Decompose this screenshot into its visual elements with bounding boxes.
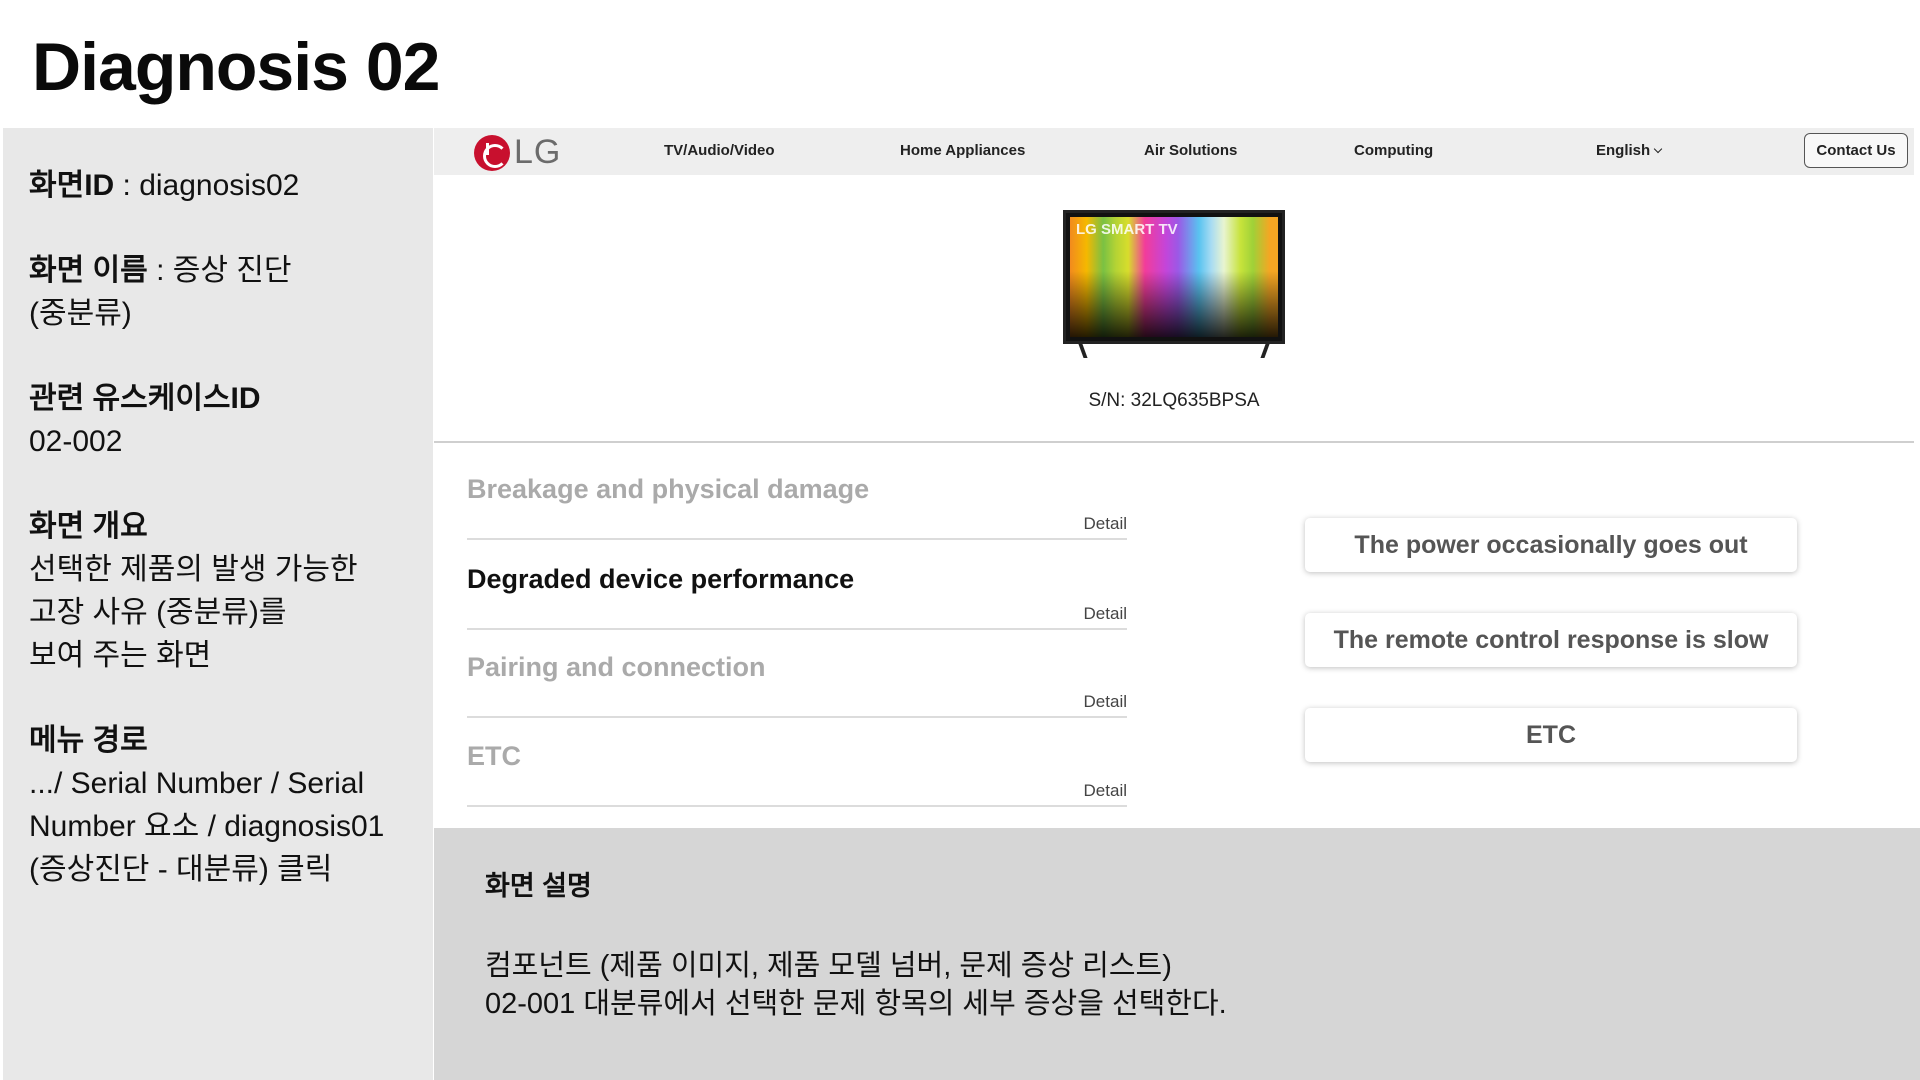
lg-logo-icon [474,134,510,171]
category-item-pairing-connection[interactable]: Pairing and connection Detail [467,652,1127,718]
contact-us-button[interactable]: Contact Us [1804,133,1908,168]
menu-path-line: (증상진단 - 대분류) 클릭 [29,853,333,886]
overview-line: 선택한 제품의 발생 가능한 [29,553,358,586]
symptom-button-remote-slow[interactable]: The remote control response is slow [1305,613,1797,667]
category-title: Pairing and connection [467,652,766,682]
symptom-button-power-goes-out[interactable]: The power occasionally goes out [1305,518,1797,572]
screen-name-label: 화면 이름 [29,254,148,287]
nav-item-tv-audio-video[interactable]: TV/Audio/Video [664,142,775,159]
language-label: English [1596,142,1651,159]
description-line: 02-001 대분류에서 선택한 문제 항목의 세부 증상을 선택한다. [485,988,1227,1020]
screen-description-panel: 화면 설명 컴포넌트 (제품 이미지, 제품 모델 넘버, 문제 증상 리스트)… [434,828,1920,1080]
tv-screen: LG SMART TV [1063,210,1285,344]
menu-path-line: .../ Serial Number / Serial [29,767,365,800]
menu-path-block: 메뉴 경로 .../ Serial Number / Serial Number… [29,719,433,891]
category-item-breakage[interactable]: Breakage and physical damage Detail [467,474,1127,540]
category-title: Breakage and physical damage [467,474,870,504]
screen-name-block: 화면 이름 : 증상 진단 (중분류) [29,249,433,335]
nav-item-home-appliances[interactable]: Home Appliances [900,142,1025,159]
usecase-value: 02-002 [29,425,123,458]
lg-logo[interactable]: LG [474,133,561,172]
screen-name-value: : 증상 진단 [147,254,292,287]
lg-logo-text: LG [514,133,562,171]
nav-item-computing[interactable]: Computing [1354,142,1433,159]
screen-mockup: LG TV/Audio/Video Home Appliances Air So… [434,128,1920,1080]
screen-info-panel: 화면ID : diagnosis02 화면 이름 : 증상 진단 (중분류) 관… [3,128,433,1080]
tv-leg-right [1260,344,1270,358]
category-title: ETC [467,741,521,771]
category-detail-link[interactable]: Detail [1084,604,1127,624]
category-detail-link[interactable]: Detail [1084,781,1127,801]
screen-name-value-2: (중분류) [29,297,132,330]
category-item-degraded-performance[interactable]: Degraded device performance Detail [467,564,1127,630]
description-title: 화면 설명 [485,871,592,901]
product-image: LG SMART TV [1063,210,1285,358]
menu-path-label: 메뉴 경로 [29,724,148,757]
description-line: 컴포넌트 (제품 이미지, 제품 모델 넘버, 문제 증상 리스트) [485,950,1172,982]
language-selector[interactable]: English [1596,142,1663,159]
screen-id-value: : diagnosis02 [114,169,300,202]
chevron-down-icon [1653,144,1663,154]
slide-title: Diagnosis 02 [32,29,440,105]
tv-screen-text: LG SMART TV [1076,221,1178,238]
section-divider [434,441,1914,443]
usecase-label: 관련 유스케이스ID [29,382,261,415]
usecase-block: 관련 유스케이스ID 02-002 [29,377,433,463]
category-item-etc[interactable]: ETC Detail [467,741,1127,807]
screen-id-block: 화면ID : diagnosis02 [29,164,433,207]
category-detail-link[interactable]: Detail [1084,692,1127,712]
overview-block: 화면 개요 선택한 제품의 발생 가능한 고장 사유 (중분류)를 보여 주는 … [29,505,433,677]
top-navigation-bar: LG TV/Audio/Video Home Appliances Air So… [434,128,1914,175]
overview-label: 화면 개요 [29,510,148,543]
product-serial-number: S/N: 32LQ635BPSA [1088,390,1260,411]
screen-id-label: 화면ID [29,169,115,202]
nav-item-air-solutions[interactable]: Air Solutions [1144,142,1237,159]
overview-line: 보여 주는 화면 [29,639,212,672]
category-title: Degraded device performance [467,564,855,594]
symptom-button-etc[interactable]: ETC [1305,708,1797,762]
menu-path-line: Number 요소 / diagnosis01 [29,810,385,843]
category-detail-link[interactable]: Detail [1084,514,1127,534]
tv-leg-left [1078,344,1088,358]
overview-line: 고장 사유 (중분류)를 [29,596,287,629]
